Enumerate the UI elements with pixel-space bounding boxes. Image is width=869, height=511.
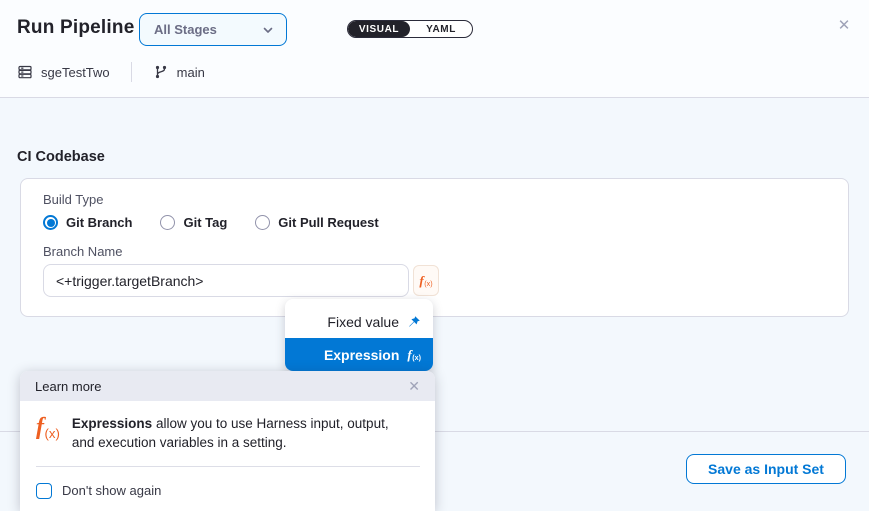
pipeline-context-row: sgeTestTwo main	[17, 62, 205, 82]
radio-git-tag[interactable]: Git Tag	[160, 215, 227, 230]
chevron-down-icon	[262, 24, 274, 36]
repo-name: sgeTestTwo	[41, 65, 110, 80]
radio-git-branch[interactable]: Git Branch	[43, 215, 132, 230]
build-type-radio-group: Git Branch Git Tag Git Pull Request	[43, 215, 379, 230]
learn-more-text: Expressions allow you to use Harness inp…	[72, 415, 412, 453]
radio-circle[interactable]	[160, 215, 175, 230]
dont-show-label: Don't show again	[62, 483, 161, 498]
fx-icon: f(x)	[419, 274, 432, 287]
learn-more-body: f(x) Expressions allow you to use Harnes…	[20, 401, 435, 453]
expression-type-button[interactable]: f(x)	[413, 265, 439, 296]
learn-more-close-icon[interactable]: ✕	[408, 378, 420, 395]
tab-yaml[interactable]: YAML	[410, 21, 472, 37]
dont-show-again-option[interactable]: Don't show again	[36, 483, 435, 499]
fx-icon: f(x)	[407, 348, 421, 361]
radio-label: Git Pull Request	[278, 215, 378, 230]
branch-name-input[interactable]	[43, 264, 409, 297]
menu-item-fixed-value[interactable]: Fixed value	[285, 306, 433, 338]
menu-item-expression[interactable]: Expression f(x)	[285, 338, 433, 371]
stage-selector-dropdown[interactable]: All Stages	[139, 13, 287, 46]
build-type-label: Build Type	[43, 192, 103, 207]
save-as-input-set-button[interactable]: Save as Input Set	[686, 454, 846, 484]
learn-more-text-bold: Expressions	[72, 416, 152, 431]
divider	[131, 62, 132, 82]
learn-more-title: Learn more	[35, 379, 101, 394]
radio-git-pull-request[interactable]: Git Pull Request	[255, 215, 378, 230]
divider	[36, 466, 420, 467]
dialog-header: Run Pipeline All Stages VISUAL YAML ✕ sg…	[0, 0, 869, 98]
section-title-ci-codebase: CI Codebase	[17, 149, 105, 165]
git-branch-icon	[153, 64, 169, 80]
branch-name: main	[177, 65, 205, 80]
visual-yaml-toggle: VISUAL YAML	[347, 20, 473, 38]
menu-item-label: Fixed value	[327, 314, 399, 330]
ci-codebase-card: Build Type Git Branch Git Tag Git Pull R…	[20, 178, 849, 317]
radio-circle[interactable]	[255, 215, 270, 230]
repository-icon	[17, 64, 33, 80]
dont-show-checkbox[interactable]	[36, 483, 52, 499]
branch-name-label: Branch Name	[43, 244, 122, 259]
stage-selector-value: All Stages	[154, 22, 217, 37]
page-title: Run Pipeline	[17, 17, 134, 39]
learn-more-header: Learn more ✕	[20, 371, 435, 401]
radio-circle-selected[interactable]	[43, 215, 58, 230]
value-type-menu: Fixed value Expression f(x)	[285, 299, 433, 371]
dialog-close-icon[interactable]: ✕	[835, 16, 853, 34]
tab-visual[interactable]: VISUAL	[348, 21, 410, 37]
learn-more-popover: Learn more ✕ f(x) Expressions allow you …	[20, 371, 435, 511]
radio-label: Git Branch	[66, 215, 132, 230]
pin-icon	[407, 315, 421, 329]
menu-item-label: Expression	[324, 347, 399, 363]
fx-icon-large: f(x)	[36, 415, 60, 439]
radio-label: Git Tag	[183, 215, 227, 230]
